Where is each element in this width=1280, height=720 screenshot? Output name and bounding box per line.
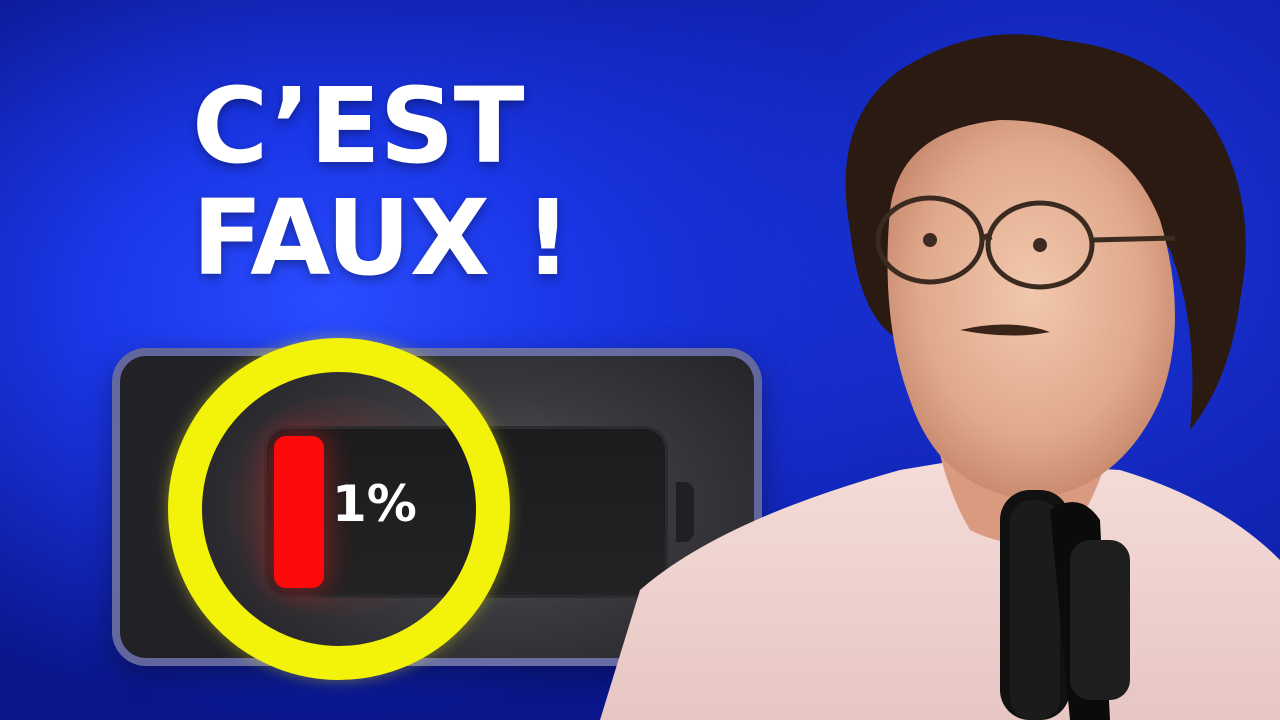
face: [887, 120, 1175, 500]
circle-highlight: [168, 338, 510, 680]
thumbnail: C’EST FAUX ! 1%: [0, 0, 1280, 720]
person-photo: [600, 34, 1280, 720]
sweater: [600, 460, 1280, 720]
microphone-icon: [1000, 490, 1130, 720]
